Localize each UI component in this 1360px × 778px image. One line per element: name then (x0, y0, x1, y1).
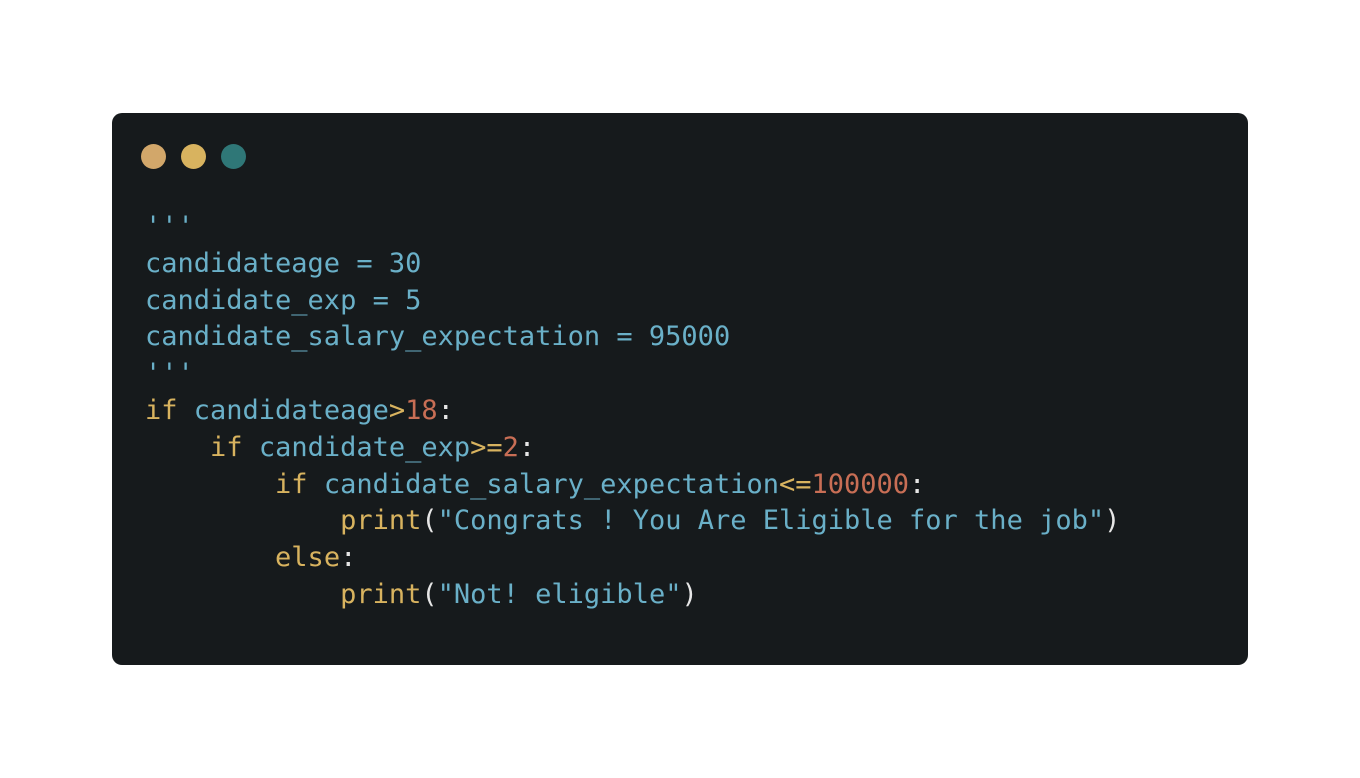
code-token: candidateage (193, 394, 389, 426)
code-token: if (145, 394, 178, 426)
code-line: candidate_exp = 5 (145, 283, 1120, 320)
code-window: ''' candidateage = 30 candidate_exp = 5 can… (112, 113, 1248, 665)
minimize-dot-icon[interactable] (181, 144, 206, 169)
code-token: : (518, 431, 536, 463)
code-token: 100000 (811, 468, 910, 500)
code-line: ''' (145, 209, 1120, 246)
code-token: : (437, 394, 454, 426)
code-token: "Not! eligible" (437, 578, 682, 610)
code-token: 18 (405, 394, 438, 426)
code-token: ( (421, 505, 438, 537)
code-token: ) (681, 578, 698, 610)
code-line: if candidateage>18: (145, 393, 1120, 430)
maximize-dot-icon[interactable] (221, 144, 246, 169)
code-token: ( (421, 578, 438, 610)
code-token: candidate_exp = 5 (145, 284, 422, 316)
code-token: >= (470, 431, 503, 463)
code-token: else (275, 542, 341, 574)
code-token: : (340, 542, 357, 574)
code-line: ''' (145, 356, 1120, 393)
code-token: "Congrats ! You Are Eligible for the job… (437, 505, 1105, 537)
code-line: if candidate_salary_expectation<=100000: (145, 467, 1120, 504)
code-token: candidate_salary_expectation = 95000 (145, 321, 731, 353)
code-token: candidate_salary_expectation (323, 468, 779, 500)
code-line: candidateage = 30 (145, 246, 1120, 283)
code-token: <= (778, 468, 812, 500)
page: ''' candidateage = 30 candidate_exp = 5 can… (0, 0, 1360, 778)
code-line: candidate_salary_expectation = 95000 (145, 319, 1120, 356)
code-line: else: (145, 540, 1120, 577)
code-token: candidateage = 30 (145, 247, 422, 279)
code-token: print (340, 578, 422, 610)
code-token: print (340, 505, 422, 537)
code-token: candidate_exp (258, 431, 471, 463)
code-line: print("Congrats ! You Are Eligible for t… (145, 503, 1120, 540)
window-controls (141, 144, 246, 169)
code-token: > (388, 394, 406, 426)
code-token: if (210, 431, 243, 463)
close-dot-icon[interactable] (141, 144, 166, 169)
code-token: : (909, 468, 926, 500)
code-token: ''' (145, 358, 194, 390)
code-block[interactable]: ''' candidateage = 30 candidate_exp = 5 can… (145, 209, 1120, 614)
code-token: ''' (145, 211, 194, 242)
code-token: ) (1104, 505, 1121, 537)
code-token: 2 (502, 431, 519, 463)
code-line: print("Not! eligible") (145, 577, 1120, 614)
code-token: if (275, 468, 308, 500)
code-line: if candidate_exp>=2: (145, 430, 1120, 467)
